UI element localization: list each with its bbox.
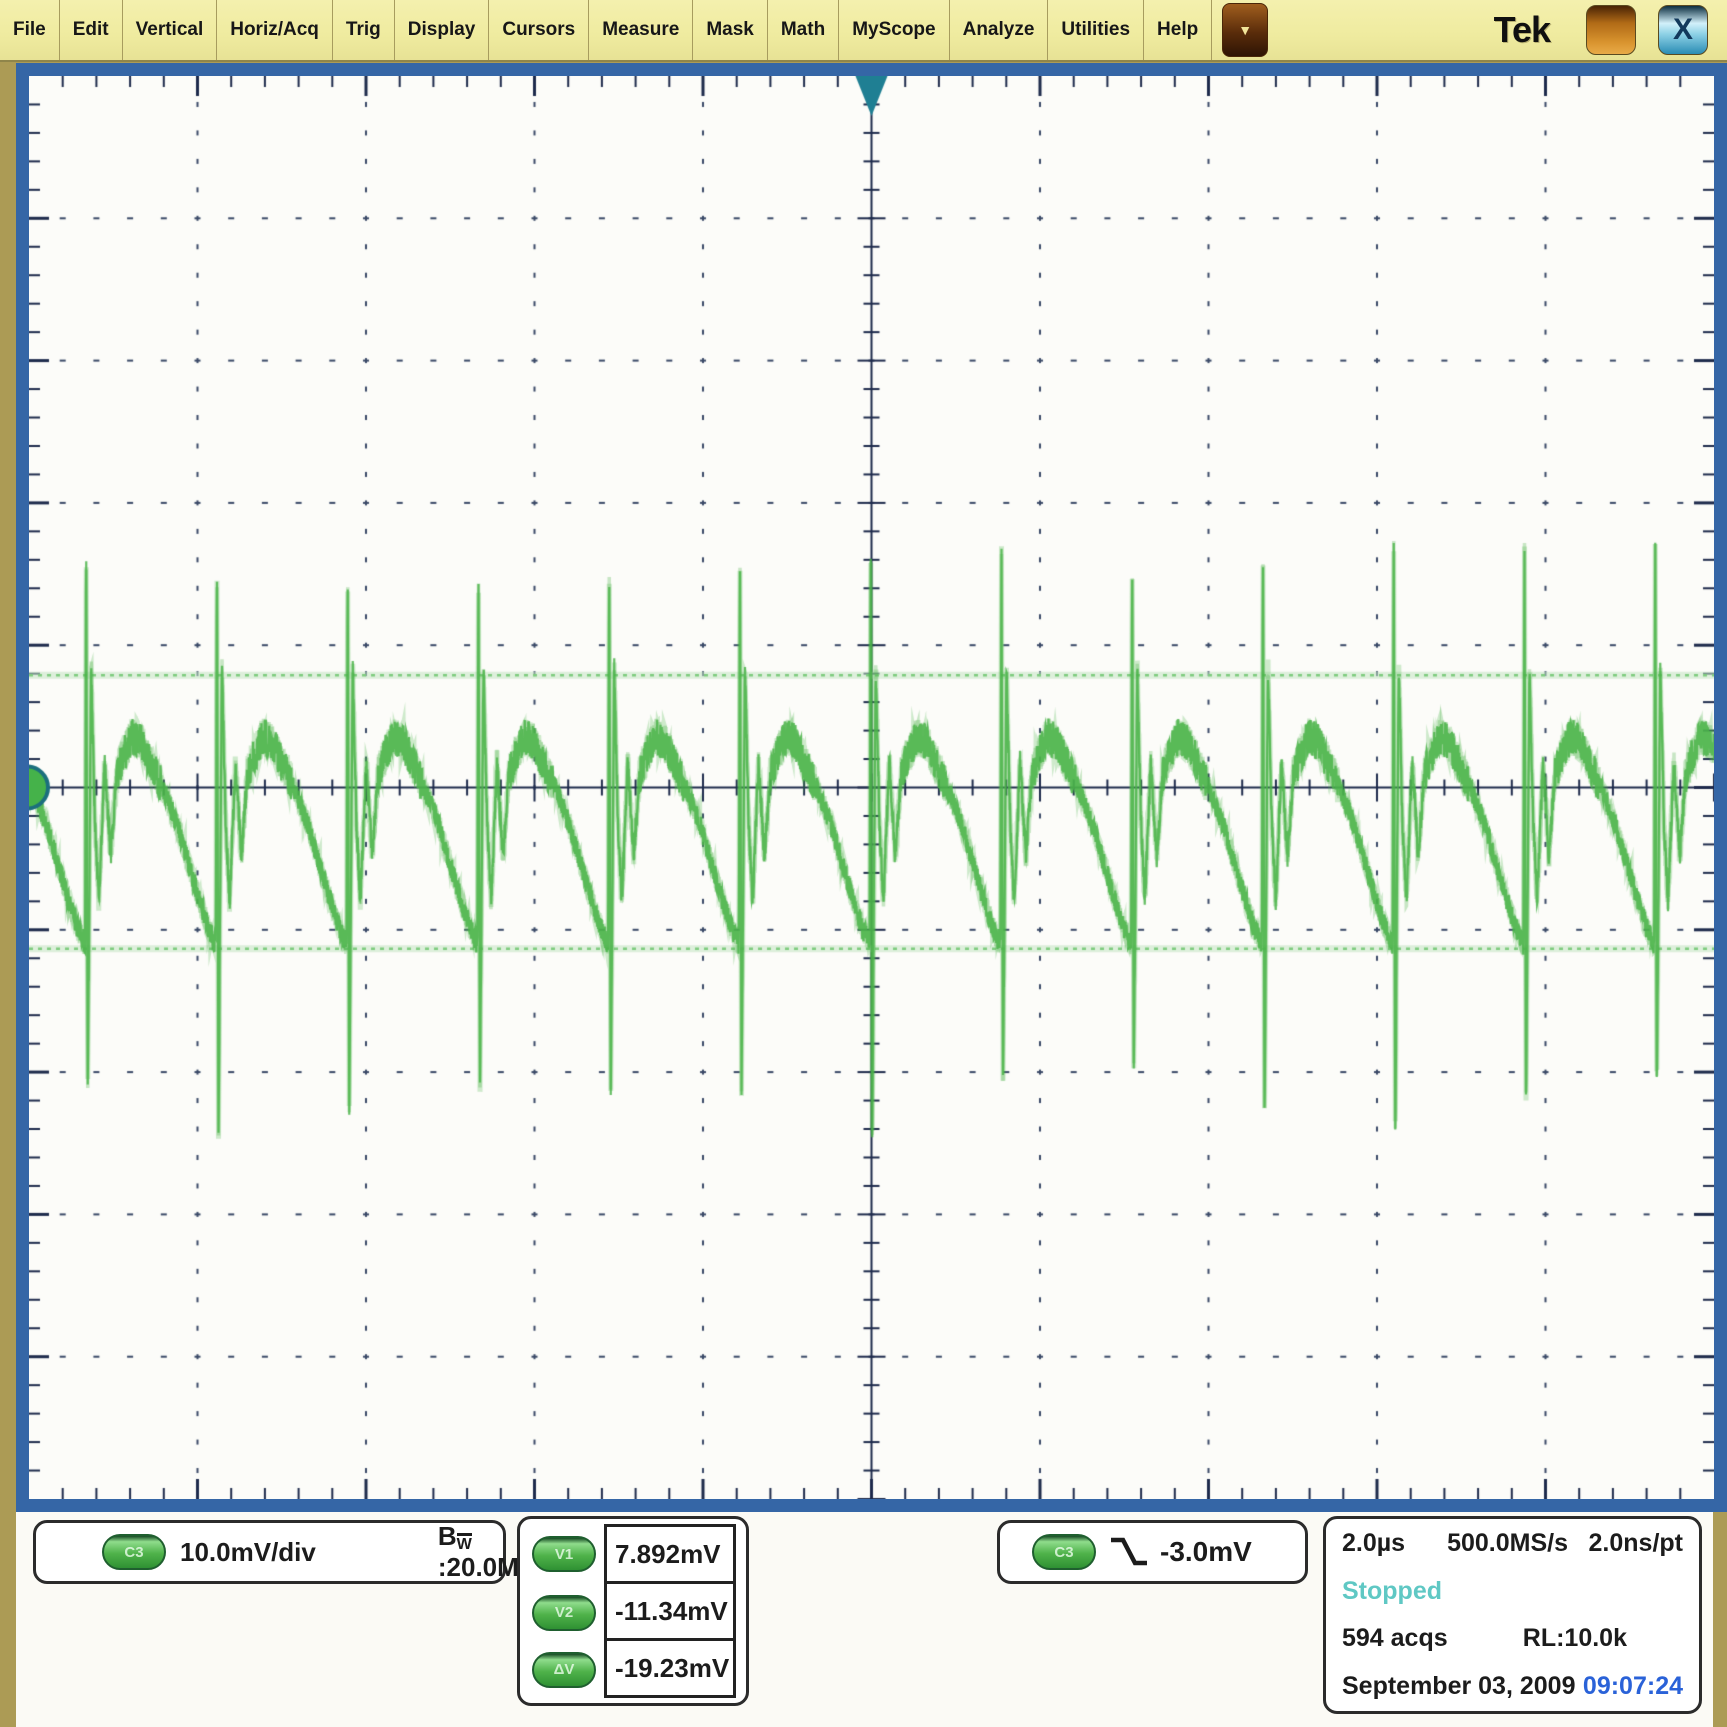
time-per-div: 2.0µs [1342,1529,1405,1558]
minimize-icon: — [1585,0,1636,47]
menubar-spacer [1268,0,1493,60]
cursor-row-v1: V1 7.892mV [532,1524,736,1584]
menu-edit[interactable]: Edit [60,0,123,60]
menu-cursors[interactable]: Cursors [489,0,589,60]
acquisition-state: Stopped [1342,1577,1683,1606]
cursor-v2-value: -11.34mV [604,1581,736,1641]
close-icon: X [1673,13,1693,47]
sample-rate: 500.0MS/s [1447,1529,1568,1558]
acquisition-row: 594 acqs RL:10.0k [1342,1624,1683,1653]
cursor-row-v2: V2 -11.34mV [532,1584,736,1641]
datetime-row: September 03, 2009 09:07:24 [1342,1672,1683,1701]
horizontal-readout-box: 2.0µs 500.0MS/s 2.0ns/pt Stopped 594 acq… [1323,1516,1702,1714]
menu-utilities[interactable]: Utilities [1048,0,1144,60]
cursor-v2-button[interactable]: V2 [532,1595,596,1631]
channel-bandwidth: BW:20.0M [438,1521,519,1583]
timebase-row: 2.0µs 500.0MS/s 2.0ns/pt [1342,1529,1683,1558]
cursor-delta-v-button[interactable]: ΔV [532,1652,596,1688]
acquisition-count: 594 acqs [1342,1624,1448,1653]
menu-display[interactable]: Display [395,0,490,60]
chevron-down-icon: ▼ [1238,22,1252,38]
graticule-canvas[interactable] [29,76,1714,1499]
cursor-v1-button[interactable]: V1 [532,1536,596,1572]
record-length: RL:10.0k [1523,1624,1627,1653]
cursor-readout-box: V1 7.892mV V2 -11.34mV ΔV -19.23mV [517,1516,749,1706]
menu-measure[interactable]: Measure [589,0,693,60]
falling-edge-icon [1106,1534,1152,1570]
menu-myscope[interactable]: MyScope [839,0,949,60]
channel-readout-box: C3 10.0mV/div BW:20.0M [33,1520,506,1584]
menu-file[interactable]: File [0,0,60,60]
trigger-level: -3.0mV [1160,1536,1252,1568]
menu-math[interactable]: Math [768,0,839,60]
channel-scale: 10.0mV/div [180,1537,316,1568]
sample-resolution: 2.0ns/pt [1589,1529,1683,1558]
waveform-display[interactable] [16,63,1727,1512]
minimize-button[interactable]: — [1586,5,1636,55]
date-label: September 03, 2009 [1342,1672,1575,1701]
menu-bar: File Edit Vertical Horiz/Acq Trig Displa… [0,0,1727,62]
menu-trig[interactable]: Trig [333,0,395,60]
trigger-readout-box: C3 -3.0mV [997,1520,1308,1584]
menu-mask[interactable]: Mask [693,0,768,60]
menu-help[interactable]: Help [1144,0,1212,60]
menu-analyze[interactable]: Analyze [950,0,1049,60]
cursor-delta-v-value: -19.23mV [604,1638,736,1698]
menu-horiz-acq[interactable]: Horiz/Acq [217,0,333,60]
menu-vertical[interactable]: Vertical [123,0,218,60]
status-bar: C3 10.0mV/div BW:20.0M V1 7.892mV V2 -11… [16,1512,1713,1727]
time-label: 09:07:24 [1583,1672,1683,1701]
trigger-source-button[interactable]: C3 [1032,1534,1096,1570]
channel-source-button[interactable]: C3 [102,1534,166,1570]
cursor-row-delta-v: ΔV -19.23mV [532,1641,736,1698]
cursor-v1-value: 7.892mV [604,1524,736,1584]
menu-overflow-button[interactable]: ▼ [1222,3,1268,57]
close-button[interactable]: X [1658,5,1708,55]
tek-logo: Tek [1494,9,1550,51]
